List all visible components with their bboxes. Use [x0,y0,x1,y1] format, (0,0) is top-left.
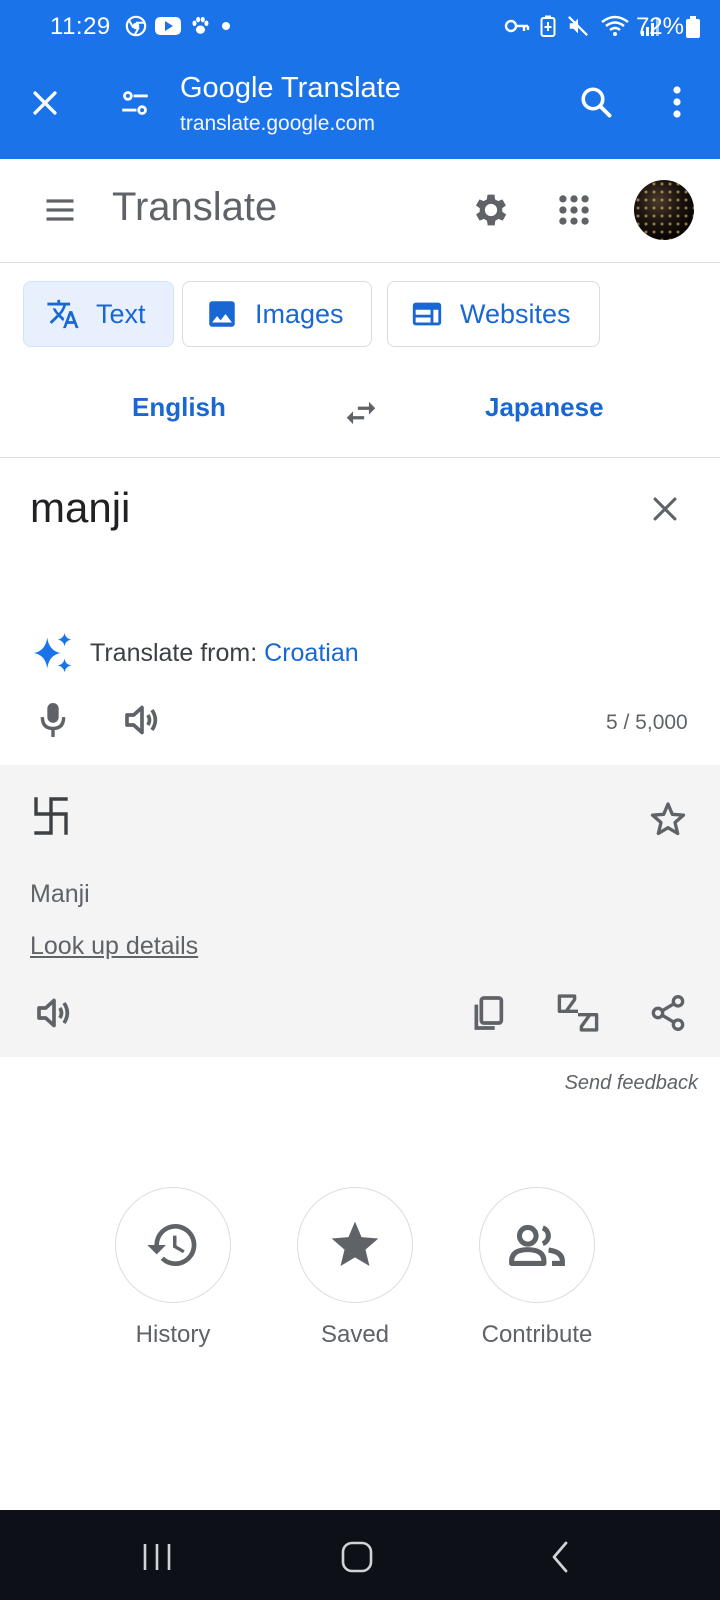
save-translation-star-icon[interactable] [648,799,688,839]
battery-percent: 72% [635,13,684,40]
detected-language-suggestion[interactable]: Translate from: Croatian [30,630,359,676]
site-settings-icon[interactable] [118,86,152,120]
history-button-circle[interactable] [115,1187,231,1303]
apps-grid-icon[interactable] [555,191,593,229]
language-selector: English Japanese [0,370,720,458]
saved-button-circle[interactable] [297,1187,413,1303]
translate-icon [47,299,79,329]
close-icon[interactable] [28,86,62,120]
mode-tab-text-label: Text [96,298,146,329]
listen-translation-speaker-icon[interactable] [34,993,74,1033]
menu-icon[interactable] [40,192,80,228]
home-icon[interactable] [340,1540,376,1574]
listen-source-speaker-icon[interactable] [122,700,162,740]
chrome-icon [125,15,147,37]
detected-language-link[interactable]: Croatian [264,639,359,667]
microphone-icon[interactable] [36,700,70,740]
look-up-details-link[interactable]: Look up details [30,932,198,961]
settings-gear-icon[interactable] [470,189,512,231]
wifi-icon [601,15,629,36]
app-header: Translate [0,159,720,263]
mode-tab-images-label: Images [255,298,344,329]
battery-saver-icon [540,15,556,37]
search-icon[interactable] [578,84,614,120]
page-url[interactable]: translate.google.com [180,112,375,136]
status-left-icons [125,15,233,37]
rate-translation-icon[interactable] [554,991,602,1035]
clear-text-icon[interactable] [648,492,682,526]
history-button[interactable]: History [103,1187,243,1349]
saved-label: Saved [320,1321,390,1348]
mode-tab-text[interactable]: Text [23,281,174,347]
copy-icon[interactable] [468,993,508,1033]
dot-icon [222,22,230,30]
account-avatar[interactable] [634,180,694,240]
contribute-button-circle[interactable] [479,1187,595,1303]
custom-tab-toolbar: Google Translate translate.google.com [0,54,720,159]
transliteration: Manji [30,880,90,908]
mode-tab-images[interactable]: Images [182,281,372,347]
recent-apps-icon[interactable] [140,1542,174,1572]
page-title: Google Translate [180,72,401,104]
status-bar: 11:29 72% [0,0,720,54]
image-icon [209,301,235,327]
contribute-label: Contribute [481,1321,593,1348]
history-label: History [135,1321,211,1348]
battery-icon [686,16,700,38]
translation-output-card: 卍 Manji Look up details [0,765,720,1057]
back-icon[interactable] [548,1540,572,1574]
history-icon [147,1223,197,1266]
source-language-button[interactable]: English [132,392,226,423]
star-icon [331,1221,379,1266]
send-feedback-link[interactable]: Send feedback [565,1072,698,1095]
character-count: 5 / 5,000 [606,711,688,734]
system-navigation-bar [0,1510,720,1600]
people-icon [509,1224,565,1266]
detect-prefix: Translate from: [90,638,258,667]
contribute-button[interactable]: Contribute [467,1187,607,1349]
sparkle-icon [33,632,72,673]
translation-result [34,797,68,835]
youtube-icon [155,17,181,35]
mode-tab-websites-label: Websites [460,298,571,329]
mute-icon [568,16,588,36]
swap-languages-icon[interactable] [342,394,380,432]
saved-button[interactable]: Saved [285,1187,425,1349]
target-language-button[interactable]: Japanese [485,392,604,423]
app-title: Translate [112,185,278,229]
source-text-input[interactable]: manji [30,484,130,532]
web-icon [412,302,442,326]
paw-icon [192,16,209,34]
mode-tab-websites[interactable]: Websites [387,281,600,347]
key-icon [504,19,530,33]
share-icon[interactable] [648,993,688,1033]
more-vert-icon[interactable] [664,84,690,120]
status-time: 11:29 [50,13,111,40]
